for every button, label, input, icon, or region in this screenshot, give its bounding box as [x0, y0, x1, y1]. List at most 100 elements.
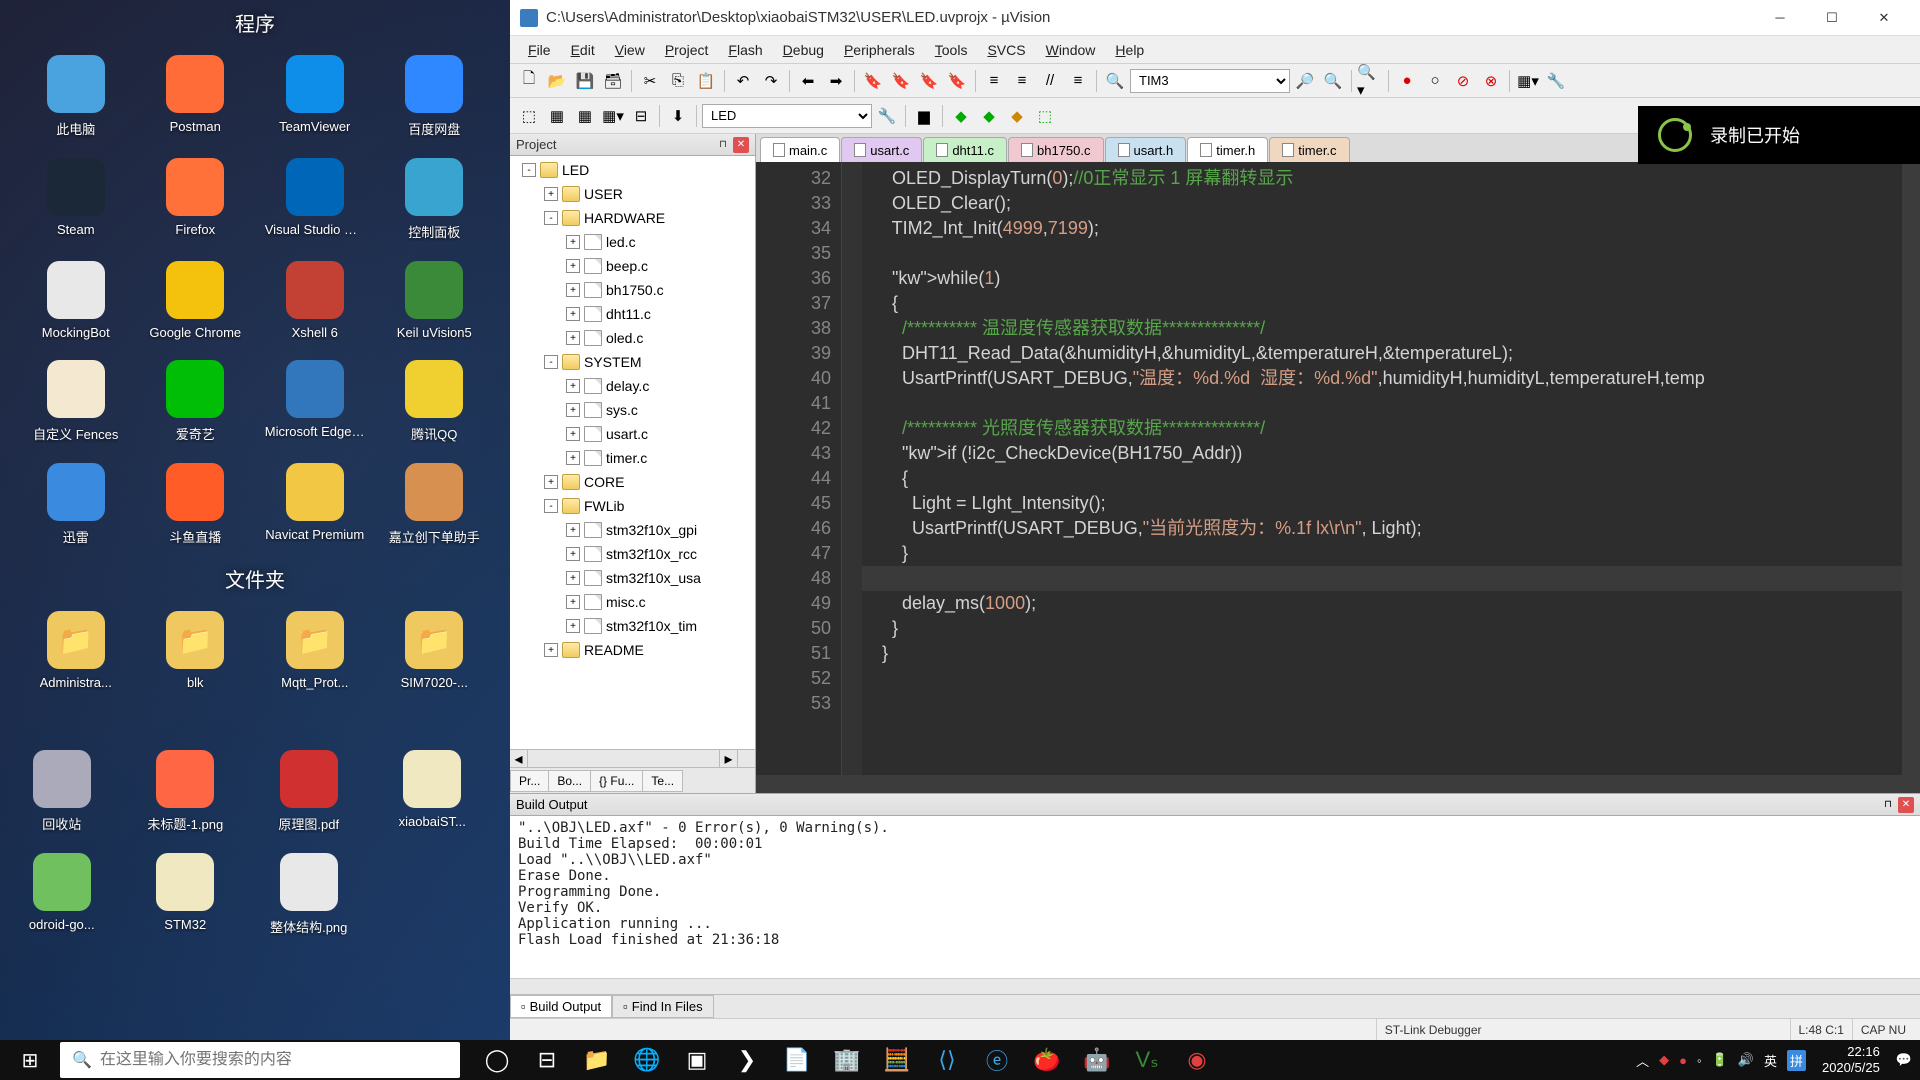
desktop-file[interactable]: odroid-go... — [4, 849, 120, 940]
tray-app3-icon[interactable]: ◦ — [1697, 1053, 1702, 1068]
find-in-files-icon[interactable]: 🔎 — [1292, 68, 1318, 94]
code-line[interactable] — [872, 391, 1902, 416]
tray-volume-icon[interactable]: 🔊 — [1738, 1052, 1754, 1068]
tray-ime2-icon[interactable]: 拼 — [1787, 1050, 1806, 1071]
tree-node[interactable]: + stm32f10x_gpi — [510, 518, 755, 542]
build-icon[interactable]: ▦ — [544, 103, 570, 129]
maximize-button[interactable]: ☐ — [1806, 2, 1858, 34]
desktop-folder[interactable]: 📁 SIM7020-... — [379, 607, 491, 694]
tree-toggle-icon[interactable]: + — [566, 451, 580, 465]
desktop-file[interactable]: STM32 — [128, 849, 244, 940]
vs-icon[interactable]: Vₛ — [1122, 1040, 1172, 1080]
stop-build-icon[interactable]: ⊟ — [628, 103, 654, 129]
taskbar-search[interactable]: 🔍 — [60, 1042, 460, 1078]
tree-node[interactable]: + misc.c — [510, 590, 755, 614]
bookmark-icon[interactable]: 🔖 — [860, 68, 886, 94]
breakpoint-disable-icon[interactable]: ○ — [1422, 68, 1448, 94]
tree-toggle-icon[interactable]: - — [544, 355, 558, 369]
code-line[interactable]: } — [872, 541, 1902, 566]
desktop-folder[interactable]: 📁 Administra... — [20, 607, 132, 694]
code-line[interactable]: { — [872, 291, 1902, 316]
code-line[interactable]: } — [872, 641, 1902, 666]
select-packs-icon[interactable]: ◆ — [976, 103, 1002, 129]
tree-toggle-icon[interactable]: + — [566, 523, 580, 537]
save-all-icon[interactable]: 🗃 — [600, 68, 626, 94]
taskview-icon[interactable]: ◯ — [472, 1040, 522, 1080]
desktop-file[interactable]: 回收站 — [4, 746, 120, 837]
incremental-find-icon[interactable]: 🔍 — [1320, 68, 1346, 94]
code-line[interactable]: OLED_Clear(); — [872, 191, 1902, 216]
editor-tab[interactable]: bh1750.c — [1008, 137, 1104, 162]
tree-toggle-icon[interactable]: + — [566, 307, 580, 321]
code-line[interactable]: DHT11_Read_Data(&humidityH,&humidityL,&t… — [872, 341, 1902, 366]
panel-tab[interactable]: Pr... — [510, 770, 549, 792]
tree-toggle-icon[interactable]: + — [566, 619, 580, 633]
vscode-taskbar-icon[interactable]: ⟨⟩ — [922, 1040, 972, 1080]
uncomment-icon[interactable]: ≡ — [1065, 68, 1091, 94]
panel-close-icon[interactable]: ✕ — [733, 137, 749, 153]
tree-toggle-icon[interactable]: + — [566, 403, 580, 417]
editor-tab[interactable]: timer.h — [1187, 137, 1268, 162]
tree-toggle-icon[interactable]: - — [544, 499, 558, 513]
nav-back-icon[interactable]: ⬅ — [795, 68, 821, 94]
target-options-icon[interactable]: 🔧 — [874, 103, 900, 129]
code-line[interactable]: /********** 光照度传感器获取数据**************/ — [872, 416, 1902, 441]
desktop-file[interactable]: 整体结构.png — [251, 849, 367, 940]
save-icon[interactable]: 💾 — [572, 68, 598, 94]
bookmark-prev-icon[interactable]: 🔖 — [888, 68, 914, 94]
output-tab[interactable]: ▫Build Output — [510, 995, 612, 1018]
editor-tab[interactable]: usart.h — [1105, 137, 1187, 162]
notifications-icon[interactable]: 💬 — [1896, 1052, 1912, 1068]
editor-tab[interactable]: main.c — [760, 137, 840, 162]
android-icon[interactable]: 🤖 — [1072, 1040, 1122, 1080]
terminal-icon[interactable]: ▣ — [672, 1040, 722, 1080]
desktop-app[interactable]: TeamViewer — [259, 51, 371, 142]
menu-debug[interactable]: Debug — [773, 38, 834, 62]
menu-peripherals[interactable]: Peripherals — [834, 38, 925, 62]
tree-node[interactable]: + bh1750.c — [510, 278, 755, 302]
code-line[interactable] — [872, 666, 1902, 691]
desktop-app[interactable]: 嘉立创下单助手 — [379, 459, 491, 550]
tree-node[interactable]: - HARDWARE — [510, 206, 755, 230]
find-icon[interactable]: 🔍 — [1102, 68, 1128, 94]
search-input[interactable] — [100, 1051, 448, 1069]
start-button[interactable]: ⊞ — [0, 1040, 60, 1080]
editor-tab[interactable]: usart.c — [841, 137, 922, 162]
configure-icon[interactable]: 🔧 — [1543, 68, 1569, 94]
install-packs-icon[interactable]: ◆ — [1004, 103, 1030, 129]
calculator-icon[interactable]: 🧮 — [872, 1040, 922, 1080]
tree-node[interactable]: + USER — [510, 182, 755, 206]
tree-toggle-icon[interactable]: + — [544, 643, 558, 657]
code-line[interactable]: "kw">while(1) — [872, 266, 1902, 291]
nav-forward-icon[interactable]: ➡ — [823, 68, 849, 94]
tree-toggle-icon[interactable]: + — [566, 547, 580, 561]
tree-toggle-icon[interactable]: + — [544, 187, 558, 201]
menu-view[interactable]: View — [605, 38, 655, 62]
menu-help[interactable]: Help — [1105, 38, 1154, 62]
tree-node[interactable]: + stm32f10x_usa — [510, 566, 755, 590]
pack-installer-icon[interactable]: ⬚ — [1032, 103, 1058, 129]
desktop-app[interactable]: Google Chrome — [140, 257, 252, 344]
menu-svcs[interactable]: SVCS — [977, 38, 1035, 62]
scroll-right-icon[interactable]: ▸ — [719, 750, 737, 767]
menu-project[interactable]: Project — [655, 38, 719, 62]
tree-toggle-icon[interactable]: - — [522, 163, 536, 177]
panel-tab[interactable]: Te... — [642, 770, 683, 792]
desktop-app[interactable]: Steam — [20, 154, 132, 245]
desktop-folder[interactable]: 📁 blk — [140, 607, 252, 694]
desktop-app[interactable]: 斗鱼直播 — [140, 459, 252, 550]
code-line[interactable]: { — [872, 466, 1902, 491]
tree-node[interactable]: + CORE — [510, 470, 755, 494]
panel-tab[interactable]: {} Fu... — [590, 770, 643, 792]
tree-toggle-icon[interactable]: + — [566, 379, 580, 393]
open-file-icon[interactable]: 📂 — [544, 68, 570, 94]
bookmark-clear-icon[interactable]: 🔖 — [944, 68, 970, 94]
copy-icon[interactable]: ⎘ — [665, 68, 691, 94]
indent-left-icon[interactable]: ≡ — [981, 68, 1007, 94]
tree-node[interactable]: - SYSTEM — [510, 350, 755, 374]
rebuild-icon[interactable]: ▦ — [572, 103, 598, 129]
tree-node[interactable]: + stm32f10x_rcc — [510, 542, 755, 566]
new-file-icon[interactable]: 🗋 — [516, 68, 542, 94]
code-line[interactable]: TIM2_Int_Init(4999,7199); — [872, 216, 1902, 241]
tray-ime-icon[interactable]: 英 — [1764, 1051, 1777, 1070]
